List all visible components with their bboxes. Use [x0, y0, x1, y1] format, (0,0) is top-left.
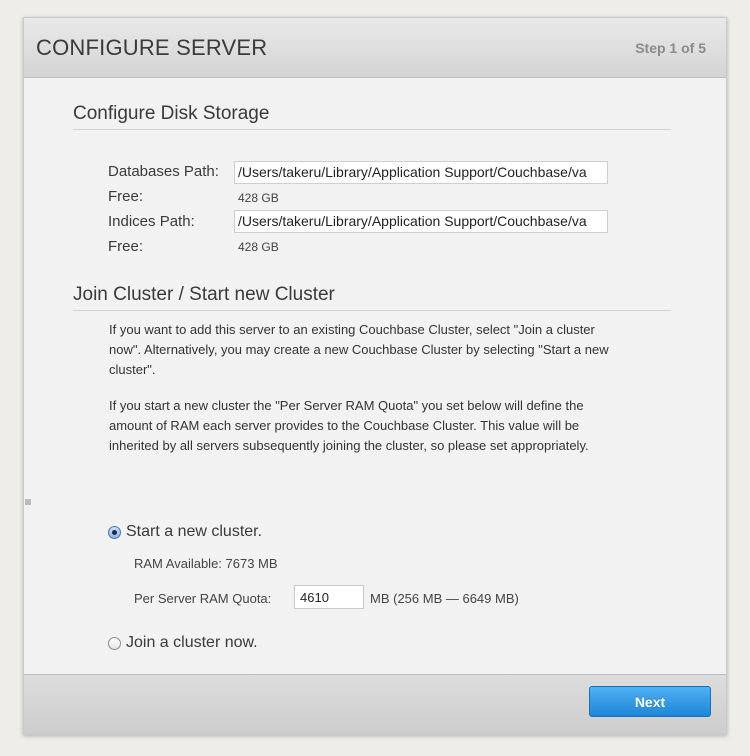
- disk-storage-heading: Configure Disk Storage: [73, 103, 671, 130]
- step-indicator: Step 1 of 5: [635, 40, 706, 56]
- ram-available-text: RAM Available: 7673 MB: [134, 556, 278, 571]
- databases-path-input[interactable]: /Users/takeru/Library/Application Suppor…: [234, 161, 608, 184]
- indices-path-input[interactable]: /Users/takeru/Library/Application Suppor…: [234, 210, 608, 233]
- radio-selected-dot: [112, 529, 117, 535]
- start-new-cluster-radio[interactable]: [108, 525, 121, 539]
- indices-path-label: Indices Path:: [108, 213, 195, 230]
- databases-path-label: Databases Path:: [108, 163, 219, 180]
- dialog-header: CONFIGURE SERVER Step 1 of 5: [24, 18, 726, 78]
- join-cluster-heading: Join Cluster / Start new Cluster: [73, 284, 671, 311]
- dialog-footer: Next: [24, 674, 726, 734]
- ram-quota-label: Per Server RAM Quota:: [134, 591, 272, 606]
- start-new-cluster-option[interactable]: Start a new cluster.: [108, 523, 262, 541]
- dialog-title: CONFIGURE SERVER: [36, 35, 268, 60]
- join-cluster-radio[interactable]: [108, 636, 121, 650]
- ram-quota-input[interactable]: [294, 585, 364, 609]
- ram-quota-range: MB (256 MB — 6649 MB): [370, 591, 519, 606]
- next-button[interactable]: Next: [589, 686, 711, 717]
- start-new-cluster-label: Start a new cluster.: [126, 523, 263, 540]
- join-cluster-label: Join a cluster now.: [126, 634, 258, 651]
- configure-server-dialog: CONFIGURE SERVER Step 1 of 5 Configure D…: [23, 17, 727, 735]
- resize-grip[interactable]: [25, 499, 31, 505]
- databases-free-value: 428 GB: [238, 191, 279, 205]
- join-cluster-option[interactable]: Join a cluster now.: [108, 634, 258, 652]
- databases-free-label: Free:: [108, 188, 144, 205]
- ram-quota-paragraph: If you start a new cluster the "Per Serv…: [109, 398, 589, 453]
- indices-free-value: 428 GB: [238, 240, 279, 254]
- indices-free-label: Free:: [108, 238, 144, 255]
- cluster-intro-paragraph: If you want to add this server to an exi…: [109, 322, 609, 377]
